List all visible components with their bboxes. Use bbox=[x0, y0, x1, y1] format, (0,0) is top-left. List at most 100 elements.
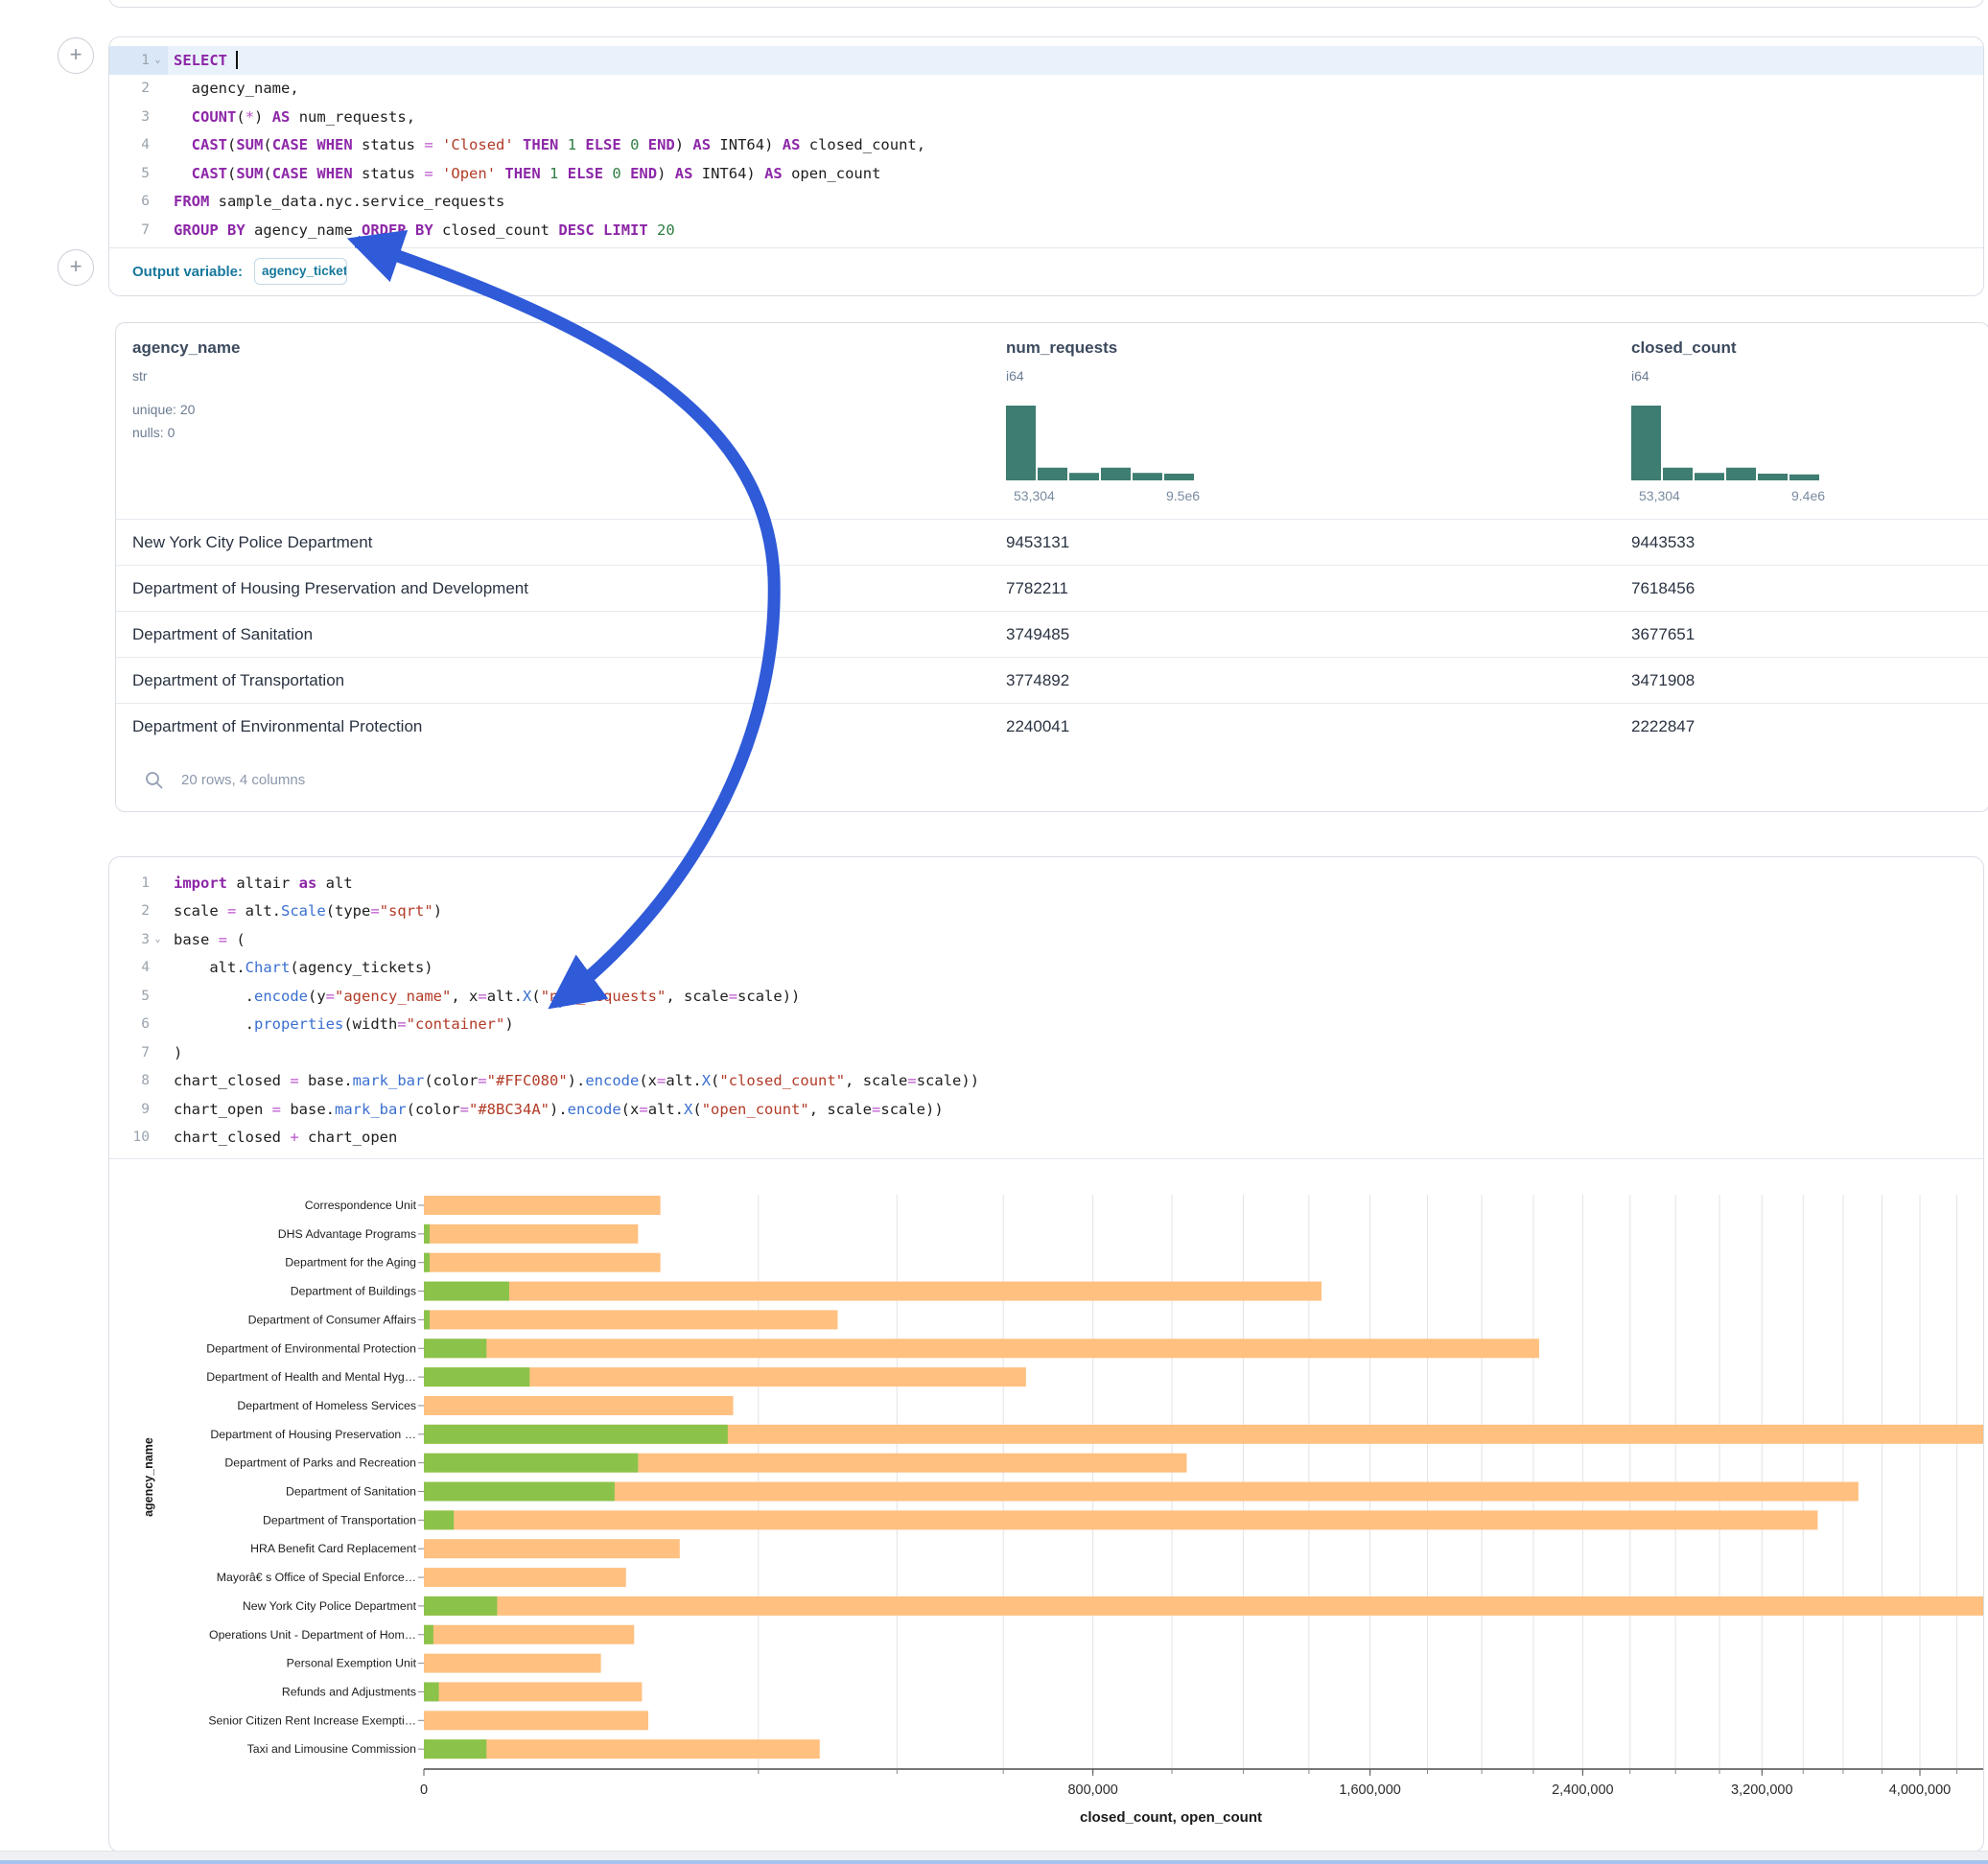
line-number: 3 bbox=[109, 109, 150, 125]
closed-bar bbox=[424, 1568, 626, 1587]
code-line[interactable]: 2 scale = alt.Scale(type="sqrt") bbox=[109, 897, 1983, 926]
code-line[interactable]: 8chart_closed = base.mark_bar(color="#FF… bbox=[109, 1067, 1983, 1096]
y-axis-label: Refunds and Adjustments bbox=[282, 1685, 416, 1698]
histogram-min-label: 53,304 bbox=[1639, 488, 1680, 503]
table-cell: 3677651 bbox=[1631, 612, 1695, 658]
code-line[interactable]: 4 alt.Chart(agency_tickets) bbox=[109, 954, 1983, 983]
closed-bar bbox=[424, 1654, 601, 1673]
search-icon[interactable] bbox=[145, 771, 164, 790]
fold-chevron-icon[interactable]: ⌄ bbox=[150, 934, 166, 944]
code-line[interactable]: 9chart_open = base.mark_bar(color="#8BC3… bbox=[109, 1095, 1983, 1124]
y-axis-label: Department of Environmental Protection bbox=[206, 1341, 416, 1355]
open-bar bbox=[424, 1310, 430, 1329]
plus-icon: + bbox=[70, 254, 82, 278]
table-row: Department of Environmental Protection22… bbox=[116, 703, 1988, 750]
fold-chevron-icon[interactable]: ⌄ bbox=[150, 55, 166, 65]
table-cell: Department of Environmental Protection bbox=[132, 704, 422, 750]
closed-bar bbox=[424, 1711, 648, 1730]
x-tick-label: 800,000 bbox=[1067, 1782, 1117, 1798]
column-histogram bbox=[1006, 404, 1198, 480]
code-text: FROM sample_data.nyc.service_requests bbox=[166, 193, 504, 210]
code-line[interactable]: 2 agency_name, bbox=[109, 75, 1983, 104]
python-cell[interactable]: 1import altair as alt 2 scale = alt.Scale(… bbox=[108, 856, 1984, 1852]
code-text: CAST(SUM(CASE WHEN status = 'Open' THEN … bbox=[166, 165, 880, 182]
line-number: 6 bbox=[109, 194, 150, 209]
sql-cell[interactable]: 1⌄SELECT 2 agency_name,3 COUNT(*) AS num… bbox=[108, 36, 1984, 296]
open-bar bbox=[424, 1425, 728, 1444]
line-number: 6 bbox=[109, 1016, 150, 1032]
open-bar bbox=[424, 1596, 497, 1616]
previous-cell-bottom bbox=[108, 0, 1984, 8]
code-text: SELECT bbox=[166, 51, 238, 69]
column-header[interactable]: num_requests bbox=[1006, 338, 1117, 358]
table-cell: 7618456 bbox=[1631, 566, 1695, 612]
code-line[interactable]: 1import altair as alt bbox=[109, 869, 1983, 897]
open-bar bbox=[424, 1510, 454, 1529]
code-line[interactable]: 5 CAST(SUM(CASE WHEN status = 'Open' THE… bbox=[109, 159, 1983, 188]
table-cell: 3774892 bbox=[1006, 658, 1069, 704]
histogram-min-label: 53,304 bbox=[1014, 488, 1055, 503]
line-number: 5 bbox=[109, 166, 150, 181]
python-code-editor[interactable]: 1import altair as alt 2 scale = alt.Scale(… bbox=[109, 869, 1983, 1152]
line-number: 2 bbox=[109, 81, 150, 96]
closed-bar bbox=[424, 1310, 837, 1329]
y-axis-label: Department of Parks and Recreation bbox=[224, 1456, 416, 1470]
code-line[interactable]: 4 CAST(SUM(CASE WHEN status = 'Closed' T… bbox=[109, 131, 1983, 160]
column-stat: nulls: 0 bbox=[132, 425, 175, 440]
line-number: 9 bbox=[109, 1102, 150, 1117]
code-line[interactable]: 3⌄base = ( bbox=[109, 925, 1983, 954]
add-cell-button-top[interactable]: + bbox=[58, 37, 94, 74]
line-number: 10 bbox=[109, 1130, 150, 1145]
notebook-page: + + 1⌄SELECT 2 agency_name,3 COUNT(*) AS… bbox=[0, 0, 1988, 1864]
code-text: base = ( bbox=[166, 931, 246, 948]
table-footer: 20 rows, 4 columns bbox=[116, 749, 1988, 811]
code-text: agency_name, bbox=[166, 80, 299, 97]
closed-bar bbox=[424, 1682, 642, 1701]
table-cell: 9443533 bbox=[1631, 520, 1695, 566]
open-bar bbox=[424, 1682, 439, 1701]
y-axis-label: Department of Buildings bbox=[291, 1285, 416, 1298]
closed-bar bbox=[424, 1196, 661, 1215]
table-cell: 9453131 bbox=[1006, 520, 1069, 566]
code-line[interactable]: 7GROUP BY agency_name ORDER BY closed_co… bbox=[109, 216, 1983, 245]
x-axis-title: closed_count, open_count bbox=[1080, 1809, 1262, 1826]
closed-bar bbox=[424, 1596, 1983, 1616]
y-axis-label: Department for the Aging bbox=[285, 1256, 416, 1270]
result-table-card: agency_namestrunique: 20nulls: 0num_requ… bbox=[115, 322, 1988, 812]
column-header[interactable]: closed_count bbox=[1631, 338, 1737, 358]
add-cell-button-middle[interactable]: + bbox=[58, 249, 94, 286]
code-line[interactable]: 1⌄SELECT bbox=[109, 46, 1983, 75]
code-line[interactable]: 6 FROM sample_data.nyc.service_requests bbox=[109, 188, 1983, 217]
code-line[interactable]: 10 chart_closed + chart_open bbox=[109, 1124, 1983, 1153]
closed-bar bbox=[424, 1482, 1859, 1502]
column-header[interactable]: agency_name bbox=[132, 338, 240, 358]
code-line[interactable]: 5 .encode(y="agency_name", x=alt.X("num_… bbox=[109, 982, 1983, 1011]
code-text: scale = alt.Scale(type="sqrt") bbox=[166, 902, 442, 920]
sql-code-editor[interactable]: 1⌄SELECT 2 agency_name,3 COUNT(*) AS num… bbox=[109, 46, 1983, 245]
x-tick-label: 4,000,000 bbox=[1889, 1782, 1952, 1798]
code-line[interactable]: 6 .properties(width="container") bbox=[109, 1011, 1983, 1039]
table-cell: Department of Housing Preservation and D… bbox=[132, 566, 528, 612]
closed-bar bbox=[424, 1282, 1321, 1301]
y-axis-label: Taxi and Limousine Commission bbox=[247, 1742, 416, 1756]
code-text: chart_closed + chart_open bbox=[166, 1129, 397, 1146]
line-number: 7 bbox=[109, 222, 150, 238]
y-axis-label: Mayorâ€ s Office of Special Enforce… bbox=[217, 1571, 416, 1584]
open-bar bbox=[424, 1454, 638, 1473]
line-number: 4 bbox=[109, 960, 150, 975]
code-line[interactable]: 3 COUNT(*) AS num_requests, bbox=[109, 103, 1983, 131]
y-axis-label: Department of Housing Preservation … bbox=[210, 1428, 416, 1441]
output-variable-chip[interactable]: agency_tickets bbox=[254, 258, 347, 285]
open-bar bbox=[424, 1625, 433, 1644]
code-text: .properties(width="container") bbox=[166, 1015, 514, 1033]
open-bar bbox=[424, 1224, 430, 1244]
table-row: Department of Sanitation37494853677651 bbox=[116, 611, 1988, 658]
table-cell: Department of Transportation bbox=[132, 658, 344, 704]
open-bar bbox=[424, 1739, 486, 1759]
code-line[interactable]: 7) bbox=[109, 1038, 1983, 1067]
next-cell-selection-edge bbox=[0, 1860, 1988, 1864]
table-cell: 7782211 bbox=[1006, 566, 1068, 612]
line-number: 2 bbox=[109, 903, 150, 919]
table-cell: 3749485 bbox=[1006, 612, 1069, 658]
open-bar bbox=[424, 1253, 430, 1272]
